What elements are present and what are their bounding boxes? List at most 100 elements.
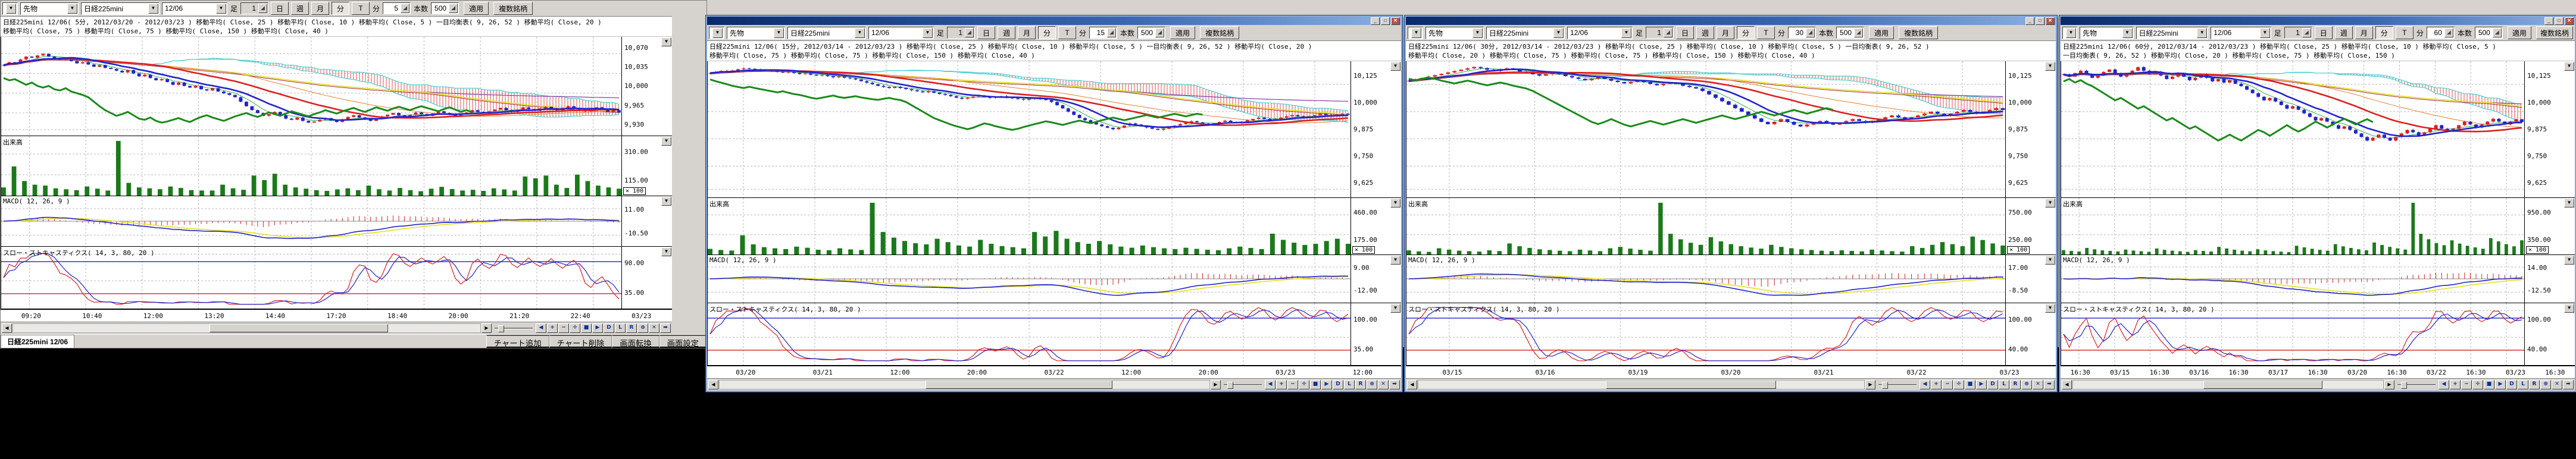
- window-titlebar[interactable]: _ □ ✕: [1406, 17, 2056, 25]
- minutes-stepper[interactable]: 5◢: [383, 2, 411, 14]
- zoom-out-button[interactable]: −: [1287, 380, 1298, 389]
- instrument-combo[interactable]: 日経225mini▼: [81, 2, 160, 15]
- minutes-stepper[interactable]: 60◢: [2427, 27, 2455, 39]
- scrollbar-thumb[interactable]: [1606, 381, 1777, 389]
- bar-count-stepper[interactable]: 500◢: [1836, 27, 1864, 39]
- instrument-combo[interactable]: 日経225mini▼: [1486, 27, 1565, 39]
- stop-button[interactable]: ■: [2484, 380, 2494, 389]
- apply-button[interactable]: 適用: [2508, 26, 2531, 39]
- add-chart-button[interactable]: チャート追加: [486, 335, 549, 348]
- scrollbar-thumb[interactable]: [2203, 381, 2322, 389]
- chart-menu-combo[interactable]: ▼: [2, 2, 18, 15]
- spin-grip-icon[interactable]: ◢: [965, 28, 974, 37]
- spin-grip-icon[interactable]: ◢: [1806, 28, 1815, 37]
- weekly-button[interactable]: 週: [998, 26, 1015, 39]
- spin-grip-icon[interactable]: ◢: [258, 4, 267, 13]
- step-left-button[interactable]: ◀: [1265, 380, 1276, 389]
- daily-button[interactable]: 日: [2315, 26, 2333, 39]
- r-mode-button[interactable]: R: [2010, 380, 2021, 389]
- bar-interval-stepper[interactable]: 1◢: [240, 2, 268, 14]
- zoom-in-button[interactable]: +: [547, 323, 558, 333]
- spin-grip-icon[interactable]: ◢: [1854, 28, 1863, 37]
- macd-chart[interactable]: [1, 196, 622, 246]
- volume-chart[interactable]: [1406, 198, 2006, 254]
- clear-button[interactable]: ✕: [1378, 380, 1389, 389]
- l-mode-button[interactable]: L: [2518, 380, 2528, 389]
- scrollbar-thumb[interactable]: [926, 381, 1113, 389]
- spin-grip-icon[interactable]: ◢: [449, 4, 458, 13]
- spin-grip-icon[interactable]: ◢: [1107, 28, 1116, 37]
- pane-menu-button[interactable]: ▼: [2045, 62, 2055, 71]
- minute-button[interactable]: 分: [332, 2, 349, 15]
- step-left-button[interactable]: ◀: [1920, 380, 1930, 389]
- candlestick-chart[interactable]: [1406, 61, 2006, 197]
- minimize-button[interactable]: _: [2025, 17, 2034, 25]
- scrollbar-track[interactable]: [719, 380, 1210, 389]
- pane-menu-button[interactable]: ▼: [2564, 199, 2574, 208]
- play-button[interactable]: ▶: [1321, 380, 1332, 389]
- volume-chart[interactable]: [1, 136, 622, 196]
- spin-grip-icon[interactable]: ◢: [2302, 28, 2311, 37]
- zoom-out-button[interactable]: −: [1942, 380, 1953, 389]
- scroll-left-button[interactable]: ◀: [2062, 380, 2072, 389]
- play-button[interactable]: ▶: [1976, 380, 1987, 389]
- scrollbar-thumb[interactable]: [210, 324, 388, 332]
- magnify-button[interactable]: ⊕: [637, 323, 648, 333]
- pane-menu-button[interactable]: ▼: [661, 137, 671, 146]
- jump-latest-button[interactable]: ➡: [2044, 380, 2055, 389]
- bar-count-stepper[interactable]: 500◢: [1137, 27, 1165, 39]
- monthly-button[interactable]: 月: [2355, 26, 2373, 39]
- bar-interval-stepper[interactable]: 1◢: [947, 27, 975, 39]
- fit-button[interactable]: ✛: [570, 323, 580, 333]
- window-titlebar[interactable]: _ □ ✕: [707, 17, 1401, 25]
- weekly-button[interactable]: 週: [291, 2, 309, 15]
- pane-menu-button[interactable]: ▼: [2045, 256, 2055, 265]
- scroll-right-button[interactable]: ▶: [1211, 380, 1221, 389]
- minimize-button[interactable]: _: [1371, 17, 1380, 25]
- pane-menu-button[interactable]: ▼: [2564, 256, 2574, 265]
- scroll-right-button[interactable]: ▶: [1865, 380, 1875, 389]
- macd-chart[interactable]: [707, 255, 1351, 303]
- tab-nikkei225mini-1206[interactable]: 日経225mini 12/06: [1, 335, 74, 348]
- step-left-button[interactable]: ◀: [536, 323, 546, 333]
- macd-chart[interactable]: [2061, 255, 2525, 303]
- jump-latest-button[interactable]: ➡: [1389, 380, 1400, 389]
- close-button[interactable]: ✕: [1391, 17, 1400, 25]
- monthly-button[interactable]: 月: [311, 2, 329, 15]
- zoom-out-button[interactable]: −: [2461, 380, 2472, 389]
- maximize-button[interactable]: □: [2036, 17, 2044, 25]
- screen-settings-button[interactable]: 画面設定: [659, 335, 706, 348]
- weekly-button[interactable]: 週: [2335, 26, 2353, 39]
- chart-menu-combo[interactable]: ▼: [2062, 27, 2077, 39]
- pane-menu-button[interactable]: ▼: [2564, 304, 2574, 313]
- contract-month-combo[interactable]: 12/06▼: [2211, 27, 2271, 39]
- play-button[interactable]: ▶: [592, 323, 603, 333]
- window-titlebar[interactable]: _ □ ✕: [2061, 17, 2575, 25]
- scrollbar-track[interactable]: [1418, 380, 1865, 389]
- jump-latest-button[interactable]: ➡: [2563, 380, 2574, 389]
- d-mode-button[interactable]: D: [1987, 380, 1998, 389]
- close-button[interactable]: ✕: [2565, 17, 2574, 25]
- stop-button[interactable]: ■: [1965, 380, 1975, 389]
- zoom-out-button[interactable]: −: [558, 323, 569, 333]
- zoom-slider[interactable]: [495, 325, 533, 331]
- fit-button[interactable]: ✛: [1299, 380, 1309, 389]
- volume-chart[interactable]: [2061, 198, 2525, 254]
- scrollbar-track[interactable]: [12, 323, 481, 333]
- scroll-left-button[interactable]: ◀: [1407, 380, 1417, 389]
- chart-menu-combo[interactable]: ▼: [1408, 27, 1423, 39]
- tick-button[interactable]: T: [2396, 26, 2414, 39]
- d-mode-button[interactable]: D: [604, 323, 614, 333]
- scrollbar-track[interactable]: [2072, 380, 2384, 389]
- clear-button[interactable]: ✕: [649, 323, 659, 333]
- magnify-button[interactable]: ⊕: [2540, 380, 2551, 389]
- zoom-slider-handle[interactable]: [498, 325, 504, 332]
- l-mode-button[interactable]: L: [1344, 380, 1355, 389]
- multi-symbol-button[interactable]: 複数銘柄: [1899, 26, 1938, 39]
- tick-button[interactable]: T: [1757, 26, 1775, 39]
- magnify-button[interactable]: ⊕: [2021, 380, 2032, 389]
- minutes-stepper[interactable]: 15◢: [1089, 27, 1117, 39]
- zoom-slider-handle[interactable]: [2401, 382, 2407, 389]
- zoom-in-button[interactable]: +: [1931, 380, 1942, 389]
- daily-button[interactable]: 日: [977, 26, 995, 39]
